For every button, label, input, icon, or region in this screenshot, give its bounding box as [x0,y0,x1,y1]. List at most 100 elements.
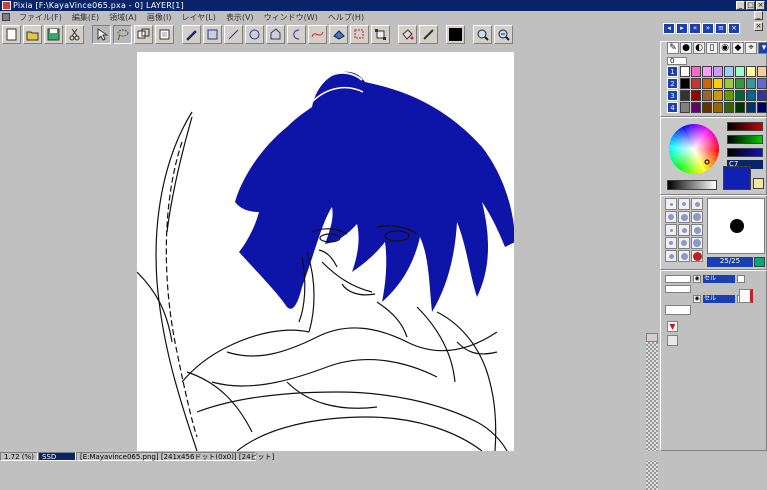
panel-last-icon[interactable]: » [702,23,714,34]
palette-swatch[interactable] [724,90,734,101]
layer-row[interactable]: ◉ セル [693,295,745,303]
menu-help[interactable]: ヘルプ(H) [323,12,369,23]
brush-shape-cell[interactable] [691,250,703,262]
palette-page-tab[interactable]: 4 [667,102,678,113]
palette-page-tab[interactable]: 1 [667,66,678,77]
palette-swatch[interactable] [702,66,712,77]
airbrush-icon[interactable]: ◐ [693,42,705,54]
red-slider[interactable] [727,122,763,131]
zoom-in-icon[interactable] [473,24,492,44]
palette-swatch[interactable] [757,66,767,77]
palette-page-tab[interactable]: 3 [667,90,678,101]
blue-slider[interactable] [727,148,763,157]
brush-shape-cell[interactable] [691,224,703,236]
brush-shape-cell[interactable] [665,198,677,210]
minimize-button[interactable]: _ [736,1,745,10]
palette-swatch[interactable] [691,90,701,101]
vertical-scrollbar[interactable] [646,342,658,490]
scrollbar-thumb[interactable] [646,333,658,342]
palette-swatch[interactable] [680,90,690,101]
palette-swatch[interactable] [702,90,712,101]
menu-file[interactable]: ファイル(F) [14,12,67,23]
brush-shape-cell[interactable] [678,224,690,236]
palette-swatch[interactable] [702,78,712,89]
layer-move-icon[interactable] [155,24,174,44]
palette-swatch[interactable] [746,102,756,113]
ellipse-tool-icon[interactable] [245,24,264,44]
palette-swatch[interactable] [746,66,756,77]
close-button[interactable]: × [756,1,765,10]
brush-shape-cell[interactable] [665,211,677,223]
palette-swatch[interactable] [757,102,767,113]
brush-shape-cell[interactable] [678,211,690,223]
eye-icon[interactable]: ◉ [693,295,701,303]
gray-slider[interactable] [667,180,717,190]
palette-swatch[interactable] [691,66,701,77]
brush-shape-cell[interactable] [665,224,677,236]
select-rect-icon[interactable] [350,24,369,44]
eye-icon[interactable]: ◉ [693,275,701,283]
brush-shape-cell[interactable] [691,211,703,223]
panel-next-icon[interactable]: ▸ [676,23,688,34]
swap-color-icon[interactable] [753,178,764,189]
blur-icon[interactable]: ◉ [719,42,731,54]
maximize-button[interactable]: □ [746,1,755,10]
cut-icon[interactable] [65,24,84,44]
smudge-icon[interactable]: ◆ [732,42,744,54]
layer-mode-box[interactable] [665,285,691,293]
palette-page-tab[interactable]: 2 [667,78,678,89]
zoom-out-icon[interactable] [494,24,513,44]
menu-edit[interactable]: 編集(E) [67,12,104,23]
brush-shape-cell[interactable] [665,237,677,249]
pointer-tool-icon[interactable] [92,24,111,44]
drawing-canvas[interactable] [137,52,514,451]
mdi-minimize-button[interactable]: _ [754,11,763,20]
palette-swatch[interactable] [757,90,767,101]
new-file-icon[interactable] [2,24,21,44]
palette-swatch[interactable] [680,102,690,113]
green-slider[interactable] [727,135,763,144]
brush-icon[interactable] [419,24,438,44]
palette-swatch[interactable] [735,66,745,77]
palette-swatch[interactable] [735,90,745,101]
new-layer-button[interactable] [665,305,691,315]
palette-swatch[interactable] [680,78,690,89]
palette-swatch[interactable] [724,102,734,113]
menu-view[interactable]: 表示(V) [221,12,259,23]
layer-opacity-box[interactable] [665,275,691,283]
transform-icon[interactable] [371,24,390,44]
palette-menu-icon[interactable]: ▾ [758,42,767,54]
brush-shape-cell[interactable] [665,250,677,262]
palette-swatch[interactable] [713,78,723,89]
palette-swatch[interactable] [724,78,734,89]
lasso-tool-icon[interactable] [113,24,132,44]
panel-list-icon[interactable]: ≡ [715,23,727,34]
palette-swatch[interactable] [713,102,723,113]
fill-tool-icon[interactable] [329,24,348,44]
rectangle-tool-icon[interactable] [203,24,222,44]
curve-tool-icon[interactable] [287,24,306,44]
menu-window[interactable]: ウィンドウ(W) [259,12,323,23]
move-tool-icon[interactable] [134,24,153,44]
delete-layer-icon[interactable]: ▼ [667,321,678,332]
bucket-icon[interactable] [398,24,417,44]
pencil-icon[interactable]: ✎ [667,42,679,54]
menu-area[interactable]: 領域(A) [104,12,142,23]
panel-first-icon[interactable]: « [689,23,701,34]
palette-swatch[interactable] [746,90,756,101]
dropper-icon[interactable]: ⌖ [745,42,757,54]
document-icon[interactable] [2,13,10,21]
save-icon[interactable] [44,24,63,44]
color-wheel[interactable] [667,122,721,176]
brush-shape-cell[interactable] [691,198,703,210]
current-color-swatch[interactable] [723,166,751,190]
palette-value-field[interactable]: 0 [667,57,687,65]
open-folder-icon[interactable] [23,24,42,44]
palette-swatch[interactable] [724,66,734,77]
layer-row[interactable]: ◉ セル [693,275,745,283]
menu-layer[interactable]: レイヤ(L) [176,12,220,23]
brush-shape-cell[interactable] [678,237,690,249]
layer-thumbnail[interactable] [739,289,753,303]
color-swatch-icon[interactable] [446,24,465,44]
palette-swatch[interactable] [735,78,745,89]
